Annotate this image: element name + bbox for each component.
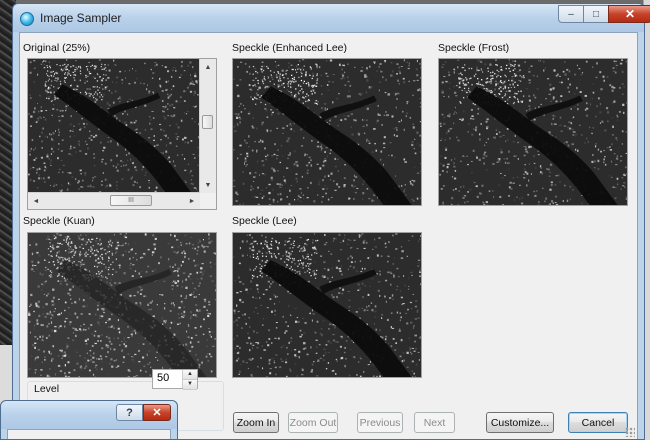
spin-up-icon[interactable]: ▲ [183,370,197,380]
panel-label-frost: Speckle (Frost) [438,42,510,54]
original-image [28,59,201,194]
panel-label-original: Original (25%) [23,42,91,54]
title-bar[interactable]: Image Sampler [13,4,644,32]
client-area: Original (25%) ▲ ▼ ◄ III ► Speckle (Enha… [19,32,638,439]
enhanced-lee-image [232,58,422,206]
vertical-scrollbar[interactable]: ▲ ▼ [199,59,216,193]
horizontal-scrollbar[interactable]: ◄ III ► [28,192,200,209]
resize-grip[interactable] [625,427,635,437]
scroll-right-arrow-icon[interactable]: ► [184,193,200,209]
level-label: Level [34,383,60,395]
zoom-in-button[interactable]: Zoom In [233,412,279,433]
maximize-button[interactable]: □ [583,5,609,23]
overlay-dialog: ? ✕ [0,400,178,440]
level-value[interactable]: 50 [157,372,169,384]
window-title: Image Sampler [40,11,122,25]
minimize-button[interactable]: – [558,5,584,23]
previous-button[interactable]: Previous [357,412,403,433]
panel-label-lee: Speckle (Lee) [232,215,297,227]
customize-button[interactable]: Customize... [486,412,554,433]
cancel-button[interactable]: Cancel [568,412,628,433]
level-spinbox[interactable]: 50 ▲ ▼ [152,369,198,390]
next-button[interactable]: Next [414,412,455,433]
scroll-down-arrow-icon[interactable]: ▼ [200,177,216,193]
horizontal-scroll-thumb[interactable]: III [110,195,152,206]
image-sampler-icon [20,12,34,26]
panel-label-kuan: Speckle (Kuan) [23,215,95,227]
scroll-up-arrow-icon[interactable]: ▲ [200,59,216,75]
vertical-scroll-thumb[interactable] [202,115,213,129]
scroll-corner [200,193,216,209]
help-button[interactable]: ? [116,404,143,421]
close-button[interactable]: ✕ [608,5,650,23]
frost-image [438,58,628,206]
dialog-body [7,429,171,439]
image-sampler-window: Image Sampler – □ ✕ Original (25%) ▲ ▼ ◄… [12,3,650,440]
lee-image [232,232,422,378]
spin-down-icon[interactable]: ▼ [183,380,197,390]
original-scroll-pane[interactable]: ▲ ▼ ◄ III ► [27,58,217,210]
panel-label-enhanced-lee: Speckle (Enhanced Lee) [232,42,347,54]
kuan-image [27,232,217,378]
dialog-close-button[interactable]: ✕ [143,404,171,421]
zoom-out-button[interactable]: Zoom Out [288,412,338,433]
scroll-left-arrow-icon[interactable]: ◄ [28,193,44,209]
